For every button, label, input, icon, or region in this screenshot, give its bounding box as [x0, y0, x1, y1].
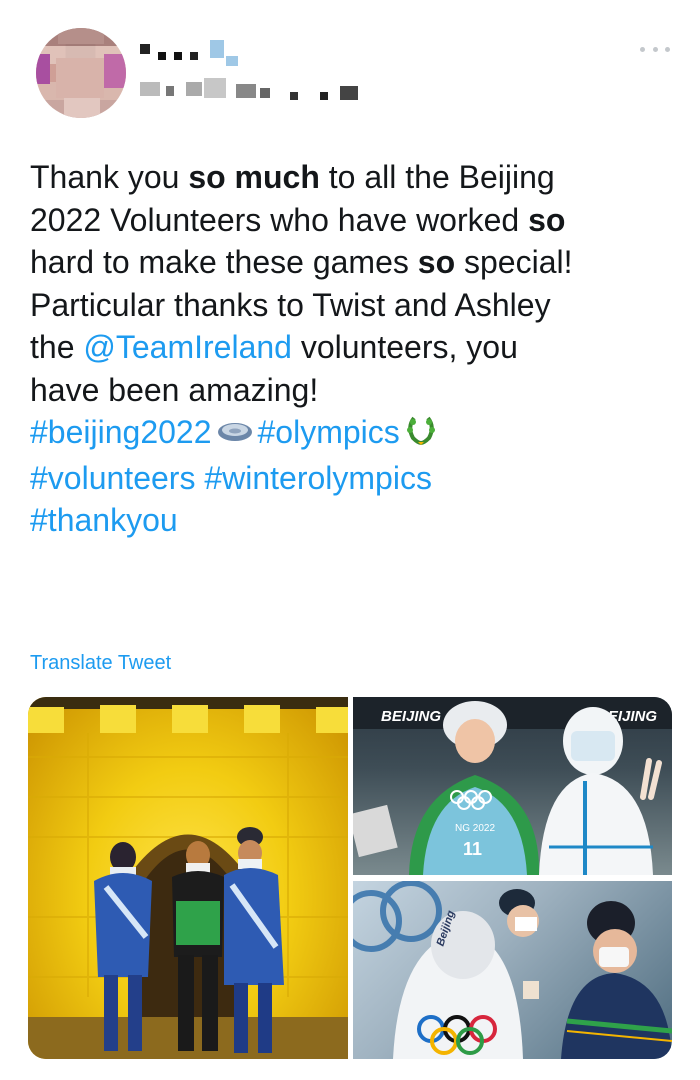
text-segment: special!	[455, 244, 573, 280]
hashtag-link[interactable]: #beijing2022	[30, 414, 212, 450]
tweet-text-line: Particular thanks to Twist and Ashley	[30, 284, 680, 327]
staff-illustration: Beijing	[353, 881, 672, 1059]
bold-text: so much	[188, 159, 320, 195]
username-redacted[interactable]	[140, 38, 380, 108]
athlete-illustration: BEIJING BEIJING NG 2022 11	[353, 697, 672, 875]
hashtag-link[interactable]: #olympics	[258, 414, 400, 450]
photo-ice-castle-volunteers[interactable]	[28, 697, 348, 1059]
text-segment: Thank you	[30, 159, 189, 195]
ice-castle-illustration	[28, 697, 348, 1059]
tweet-media-grid[interactable]: BEIJING BEIJING NG 2022 11 Beijing	[28, 697, 672, 1059]
bold-text: so	[417, 244, 456, 280]
bib-text: NG 2022	[455, 823, 495, 834]
tweet-text-line: #thankyou	[30, 499, 680, 542]
hashtag-link[interactable]: #volunteers #winterolympics	[30, 460, 432, 496]
photo-athlete-and-staff[interactable]: BEIJING BEIJING NG 2022 11	[353, 697, 672, 875]
tweet-text-line: #beijing2022 #olympics	[30, 411, 680, 457]
photo-olympic-rings-staff[interactable]: Beijing	[353, 881, 672, 1059]
wreath-emoji-icon	[404, 412, 438, 457]
more-horizontal-icon[interactable]	[640, 42, 670, 56]
photo-sign-beijing-left: BEIJING	[381, 708, 441, 725]
text-segment: hard to make these games	[30, 244, 418, 280]
tweet-text-line: hard to make these games so special!	[30, 241, 680, 284]
tweet-text-line: #volunteers #winterolympics	[30, 457, 680, 500]
bib-number: 11	[463, 839, 482, 859]
tweet-header	[0, 0, 700, 130]
tweet-text: Thank you so much to all the Beijing 2022…	[30, 156, 680, 542]
disc-emoji-icon	[216, 413, 254, 456]
translate-tweet-link[interactable]: Translate Tweet	[30, 652, 171, 675]
hashtag-link[interactable]: #thankyou	[30, 502, 178, 538]
text-segment: volunteers, you	[291, 329, 518, 365]
text-segment: have been amazing!	[30, 371, 319, 408]
tweet-text-line: the @TeamIreland volunteers, you	[30, 326, 680, 369]
tweet-text-line: Thank you so much to all the Beijing	[30, 156, 680, 199]
bold-text: so	[528, 201, 566, 238]
text-segment: the	[30, 329, 84, 365]
mention-link[interactable]: @TeamIreland	[83, 329, 292, 365]
tweet-text-line: have been amazing!	[30, 369, 680, 412]
avatar[interactable]	[36, 28, 126, 118]
text-segment: to all the Beijing	[319, 159, 555, 195]
text-segment: Particular thanks to Twist and Ashley	[30, 286, 551, 323]
tweet-text-line: 2022 Volunteers who have worked so	[30, 199, 680, 242]
text-segment: 2022 Volunteers who have worked	[30, 201, 529, 238]
